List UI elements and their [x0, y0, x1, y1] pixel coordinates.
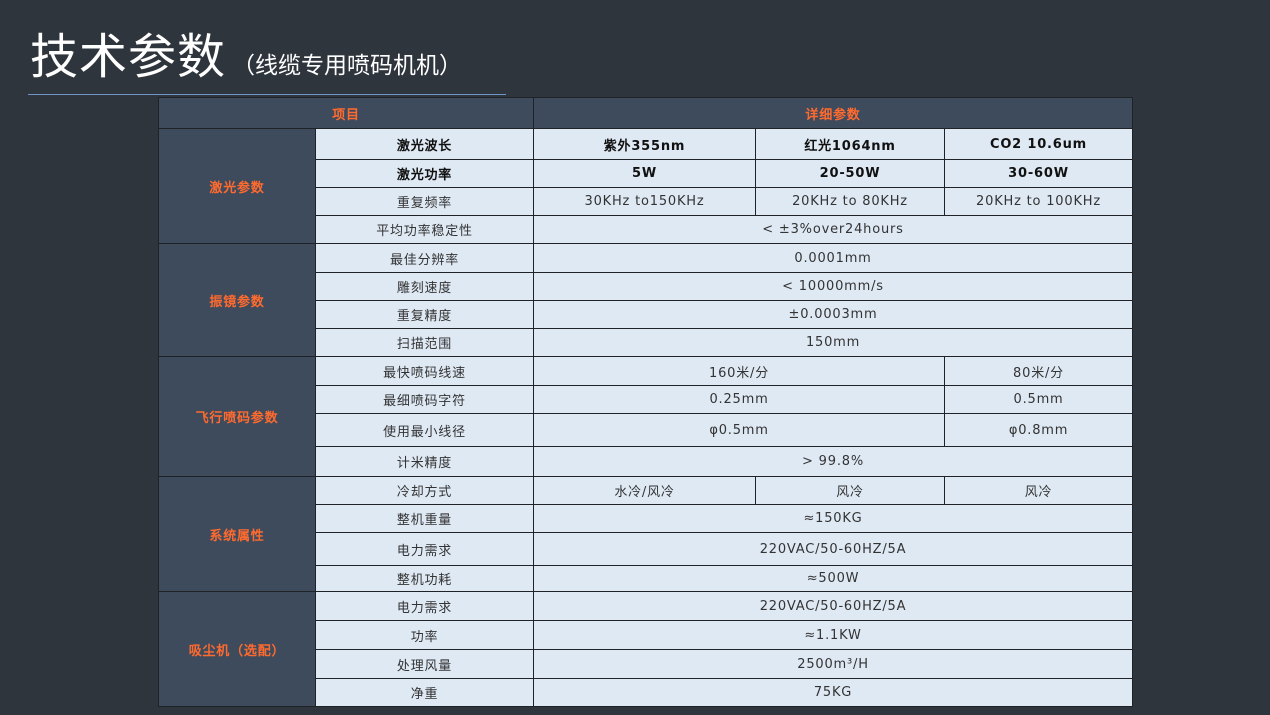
row-label: 净重: [314, 678, 535, 707]
cell-value: φ0.5mm: [533, 413, 946, 447]
table-row: 吸尘机（选配） 电力需求 220VAC/50-60HZ/5A: [158, 591, 1134, 707]
cell-value: 0.5mm: [944, 385, 1134, 414]
cell-value: 2500m³/H: [533, 649, 1134, 679]
cell-value: 80米/分: [944, 356, 1134, 386]
cell-value: 20KHz to 80KHz: [755, 187, 946, 216]
row-label: 电力需求: [314, 532, 535, 566]
group-galvo: 振镜参数: [158, 243, 316, 357]
header-detail: 详细参数: [533, 97, 1134, 129]
row-label: 电力需求: [314, 591, 535, 621]
group-flying-marking: 飞行喷码参数: [158, 356, 316, 477]
row-label: 冷却方式: [314, 476, 535, 505]
page-subtitle: （线缆专用喷码机机）: [232, 53, 463, 79]
row-label: 整机重量: [314, 504, 535, 533]
cell-value: 220VAC/50-60HZ/5A: [533, 532, 1134, 566]
cell-value: ±0.0003mm: [533, 300, 1134, 329]
cell-value: 30KHz to150KHz: [533, 187, 757, 216]
row-label: 最快喷码线速: [314, 356, 535, 386]
cell-value: ≈500W: [533, 565, 1134, 592]
row-label: 扫描范围: [314, 328, 535, 357]
cell-value: 75KG: [533, 678, 1134, 707]
cell-value: 150mm: [533, 328, 1134, 357]
row-label: 最佳分辨率: [314, 243, 535, 273]
cell-value: < ±3%over24hours: [533, 215, 1134, 244]
row-label: 计米精度: [314, 446, 535, 477]
cell-value: 220VAC/50-60HZ/5A: [533, 591, 1134, 621]
row-label: 重复精度: [314, 300, 535, 329]
group-dust-collector: 吸尘机（选配）: [158, 591, 316, 707]
cell-value: 水冷/风冷: [533, 476, 757, 505]
cell-value: 风冷: [944, 476, 1134, 505]
cell-value: 5W: [533, 159, 757, 188]
cell-value: CO2 10.6um: [944, 128, 1134, 160]
cell-value: ≈150KG: [533, 504, 1134, 533]
cell-value: 红光1064nm: [755, 128, 946, 160]
cell-value: 20KHz to 100KHz: [944, 187, 1134, 216]
row-label: 功率: [314, 620, 535, 650]
cell-value: < 10000mm/s: [533, 272, 1134, 301]
title-block: 技术参数 （线缆专用喷码机机）: [30, 22, 462, 92]
row-label: 激光波长: [314, 128, 535, 160]
row-label: 重复频率: [314, 187, 535, 216]
cell-value: φ0.8mm: [944, 413, 1134, 447]
table-row: 振镜参数 最佳分辨率 0.0001mm: [158, 243, 1134, 357]
cell-value: 紫外355nm: [533, 128, 757, 160]
cell-value: 0.25mm: [533, 385, 946, 414]
row-label: 处理风量: [314, 649, 535, 679]
row-label: 平均功率稳定性: [314, 215, 535, 244]
cell-value: 风冷: [755, 476, 946, 505]
title-underline: [28, 94, 506, 95]
row-label: 雕刻速度: [314, 272, 535, 301]
slide: 技术参数 （线缆专用喷码机机） 项目 详细参数 激光参数 激光波长 紫外355n…: [0, 0, 1270, 715]
cell-value: ≈1.1KW: [533, 620, 1134, 650]
table-row: 飞行喷码参数 最快喷码线速 160米/分 80米/分: [158, 356, 1134, 477]
cell-value: > 99.8%: [533, 446, 1134, 477]
group-laser: 激光参数: [158, 128, 316, 244]
group-system: 系统属性: [158, 476, 316, 592]
page-title: 技术参数: [30, 29, 227, 85]
row-label: 使用最小线径: [314, 413, 535, 447]
cell-value: 30-60W: [944, 159, 1134, 188]
row-label: 最细喷码字符: [314, 385, 535, 414]
cell-value: 20-50W: [755, 159, 946, 188]
table-row: 激光参数 激光波长 紫外355nm 红光1064nm CO2 10.6um: [158, 128, 1134, 244]
cell-value: 0.0001mm: [533, 243, 1134, 273]
table-row: 系统属性 冷却方式 水冷/风冷 风冷 风冷: [158, 476, 1134, 592]
row-label: 整机功耗: [314, 565, 535, 592]
header-item: 项目: [157, 97, 535, 129]
spec-table: 项目 详细参数 激光参数 激光波长 紫外355nm 红光1064nm CO2 1…: [157, 97, 1134, 707]
table-header-row: 项目 详细参数: [157, 97, 1134, 129]
cell-value: 160米/分: [533, 356, 946, 386]
row-label: 激光功率: [314, 159, 535, 188]
